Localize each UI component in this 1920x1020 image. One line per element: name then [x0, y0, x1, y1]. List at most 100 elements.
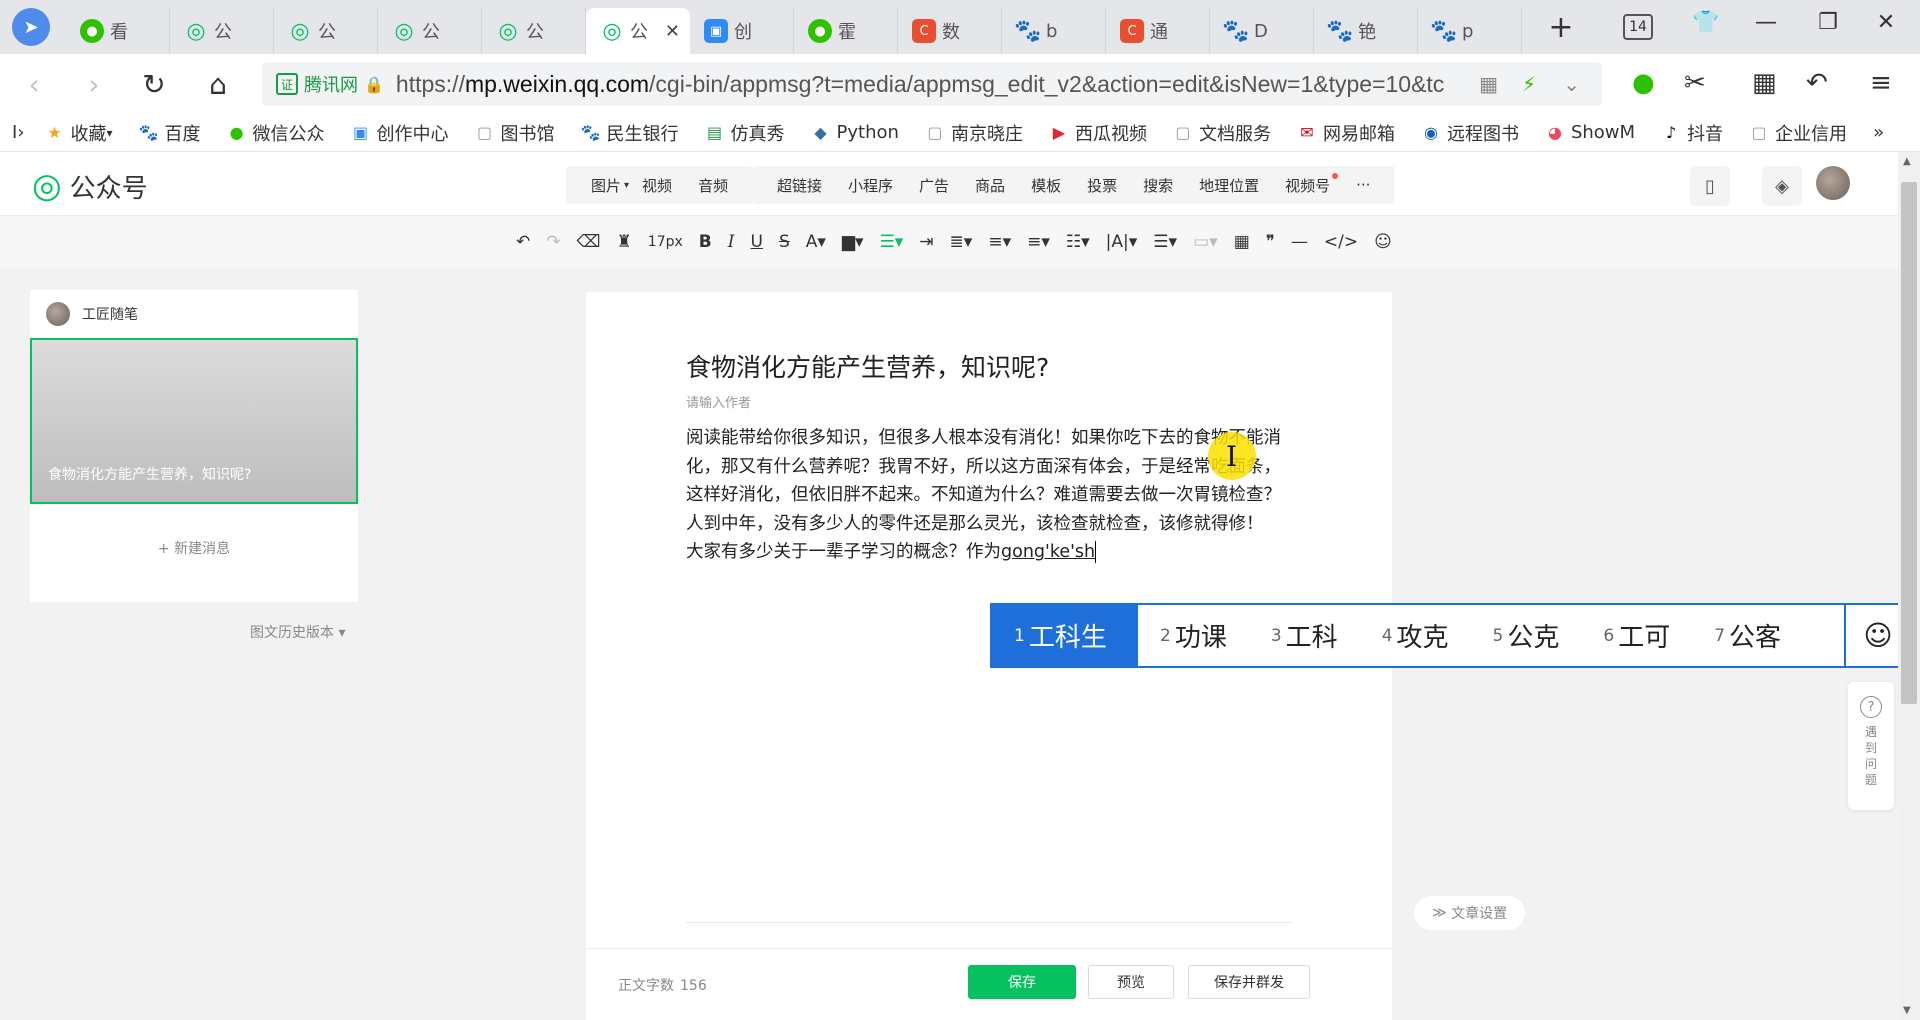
font-color-icon[interactable]: A▾ [806, 232, 826, 252]
qr-code-icon[interactable]: ▦ [1479, 72, 1498, 96]
insert-menu-item[interactable]: 地理位置 [1199, 175, 1259, 196]
scroll-up-icon[interactable]: ▲ [1903, 156, 1911, 167]
insert-menu-item[interactable]: 商品 [975, 175, 1005, 196]
italic-icon[interactable]: I [728, 232, 735, 252]
preview-button[interactable]: 预览 [1088, 965, 1174, 999]
spacing-after-icon[interactable]: ≡▾ [1027, 232, 1050, 252]
bookmark-item[interactable]: ✉ 网易邮箱 [1297, 120, 1395, 146]
browser-tab[interactable]: ◎ 公 [170, 8, 274, 54]
bookmark-item[interactable]: ◉ 远程图书 [1421, 120, 1519, 146]
ime-candidate[interactable]: 3 工科 [1249, 605, 1360, 666]
chevron-down-icon[interactable]: ⌄ [1563, 72, 1580, 96]
close-window-icon[interactable]: ✕ [1866, 10, 1906, 35]
ime-candidate[interactable]: 2 功课 [1138, 605, 1249, 666]
bookmark-item[interactable]: ◕ ShowM [1545, 122, 1635, 143]
bookmark-item[interactable]: ★ 收藏 ▾ [45, 120, 113, 146]
save-button[interactable]: 保存 [968, 965, 1076, 999]
image-dropdown-icon[interactable]: ▾ [624, 180, 629, 191]
bookmark-item[interactable]: 🐾 民生银行 [581, 120, 679, 146]
phone-preview-icon[interactable]: ▯ [1690, 166, 1730, 206]
certificate-badge[interactable]: 证 腾讯网 🔒 [276, 71, 384, 97]
browser-tab-active[interactable]: ◎ 公 ✕ [586, 8, 690, 54]
insert-menu-item[interactable]: 模板 [1031, 175, 1061, 196]
bookmark-item[interactable]: ● 微信公众 [227, 120, 325, 146]
bookmark-item[interactable]: ♪ 抖音 [1661, 120, 1723, 146]
browser-tab[interactable]: 🐾 D [1210, 8, 1314, 54]
ime-candidate[interactable]: 6 工可 [1581, 605, 1692, 666]
font-size-select[interactable]: 17px [648, 234, 683, 250]
bookmark-item[interactable]: ▶ 西瓜视频 [1049, 120, 1147, 146]
lightning-icon[interactable]: ⚡ [1522, 72, 1536, 96]
insert-menu-item[interactable]: 广告 [919, 175, 949, 196]
article-body[interactable]: 阅读能带给你很多知识，但很多人根本没有消化！如果你吃下去的食物不能消化，那又有什… [686, 424, 1286, 567]
author-input[interactable]: 请输入作者 [686, 392, 751, 411]
address-bar[interactable]: 证 腾讯网 🔒 https://mp.weixin.qq.com/cgi-bin… [262, 62, 1602, 106]
browser-tab[interactable]: 🐾 b [1002, 8, 1106, 54]
bookmark-dropdown-icon[interactable]: ▾ [107, 126, 113, 140]
extension-icon[interactable]: ● [1632, 68, 1655, 98]
browser-tab[interactable]: ◎ 公 [378, 8, 482, 54]
bookmark-item[interactable]: ▢ 文档服务 [1173, 120, 1271, 146]
bookmark-item[interactable]: 🐾 百度 [139, 120, 201, 146]
article-title[interactable]: 食物消化方能产生营养，知识呢? [686, 348, 1049, 384]
ime-candidate[interactable]: 4 攻克 [1360, 605, 1471, 666]
browser-tab[interactable]: C通 [1106, 8, 1210, 54]
insert-menu-item[interactable]: 音频 [698, 175, 728, 196]
help-widget[interactable]: ? 遇到问题 [1848, 682, 1894, 810]
redo-icon[interactable]: ↷ [546, 232, 560, 252]
list-icon[interactable]: ☰▾ [1153, 232, 1177, 252]
user-avatar[interactable] [1816, 166, 1850, 200]
insert-menu-item[interactable]: 视频号 [1285, 172, 1339, 196]
line-height-icon[interactable]: ☷▾ [1066, 232, 1090, 252]
bookmarks-overflow-icon[interactable]: » [1873, 122, 1884, 143]
bookmark-item[interactable]: ▣ 创作中心 [351, 120, 449, 146]
apps-grid-icon[interactable]: ▦ [1752, 68, 1777, 98]
align-icon[interactable]: ☰▾ [880, 232, 904, 252]
browser-tab[interactable]: ● 霍 [794, 8, 898, 54]
insert-menu-item[interactable]: 投票 [1087, 175, 1117, 196]
divider-icon[interactable]: — [1291, 232, 1308, 252]
tab-count-badge[interactable]: 14 [1623, 14, 1653, 40]
history-version-link[interactable]: 图文历史版本 ▾ [250, 622, 345, 642]
brand-logo[interactable]: ◎ 公众号 [32, 166, 148, 206]
save-publish-button[interactable]: 保存并群发 [1188, 965, 1310, 999]
table-icon[interactable]: ▦ [1234, 232, 1250, 252]
back-icon[interactable]: ‹ [14, 68, 54, 101]
browser-tab[interactable]: ● 看 [66, 8, 170, 54]
undo-icon[interactable]: ↶ [516, 232, 530, 252]
insert-menu-item[interactable]: 搜索 [1143, 175, 1173, 196]
body-paragraph[interactable]: 阅读能带给你很多知识，但很多人根本没有消化！如果你吃下去的食物不能消化，那又有什… [686, 424, 1286, 538]
ime-candidate[interactable]: 7 公客 [1692, 605, 1803, 666]
letter-spacing-icon[interactable]: |A|▾ [1106, 232, 1138, 252]
underline-icon[interactable]: U [750, 232, 762, 252]
article-thumbnail[interactable]: 食物消化方能产生营养，知识呢? [30, 338, 358, 504]
browser-tab[interactable]: ◎ 公 [274, 8, 378, 54]
body-paragraph[interactable]: 大家有多少关于一辈子学习的概念？作为gong'ke'sh [686, 538, 1286, 567]
page-scrollbar[interactable]: ▲ ▼ [1898, 152, 1920, 1020]
undo-icon[interactable]: ↶ [1806, 68, 1828, 98]
browser-tab[interactable]: 🐾 铯 [1314, 8, 1418, 54]
url-text[interactable]: https://mp.weixin.qq.com/cgi-bin/appmsg?… [396, 71, 1476, 98]
skin-icon[interactable]: 👕 [1686, 10, 1726, 35]
emoji-icon[interactable]: ☺ [1374, 232, 1392, 252]
strikethrough-icon[interactable]: S [779, 232, 790, 252]
insert-menu-item[interactable]: 小程序 [848, 175, 893, 196]
browser-tab[interactable]: 🐾 p [1418, 8, 1522, 54]
more-insert-icon[interactable]: ··· [1356, 176, 1370, 194]
bookmark-item[interactable]: ▢ 企业信用 [1749, 120, 1848, 146]
eraser-icon[interactable]: ⌫ [577, 232, 601, 252]
browser-tab[interactable]: ◎ 公 [482, 8, 586, 54]
browser-tab[interactable]: C数 [898, 8, 1002, 54]
new-message-button[interactable]: + 新建消息 [30, 538, 358, 558]
alignment-icon[interactable]: ≣▾ [950, 232, 973, 252]
insert-menu-item[interactable]: 视频 [642, 175, 672, 196]
background-color-icon[interactable]: ▆▾ [842, 232, 864, 252]
insert-menu-item[interactable]: 超链接 [777, 175, 822, 196]
ime-candidate[interactable]: 5 公克 [1471, 605, 1582, 666]
bookmark-item[interactable]: ▢ 图书馆 [475, 120, 555, 146]
ime-candidate[interactable]: 1 工科生 [992, 605, 1138, 666]
forward-icon[interactable]: › [74, 68, 114, 101]
bookmark-item[interactable]: ▤ 仿真秀 [705, 120, 785, 146]
sidebar-toggle-icon[interactable]: I› [12, 122, 25, 143]
scrollbar-thumb[interactable] [1901, 182, 1917, 704]
